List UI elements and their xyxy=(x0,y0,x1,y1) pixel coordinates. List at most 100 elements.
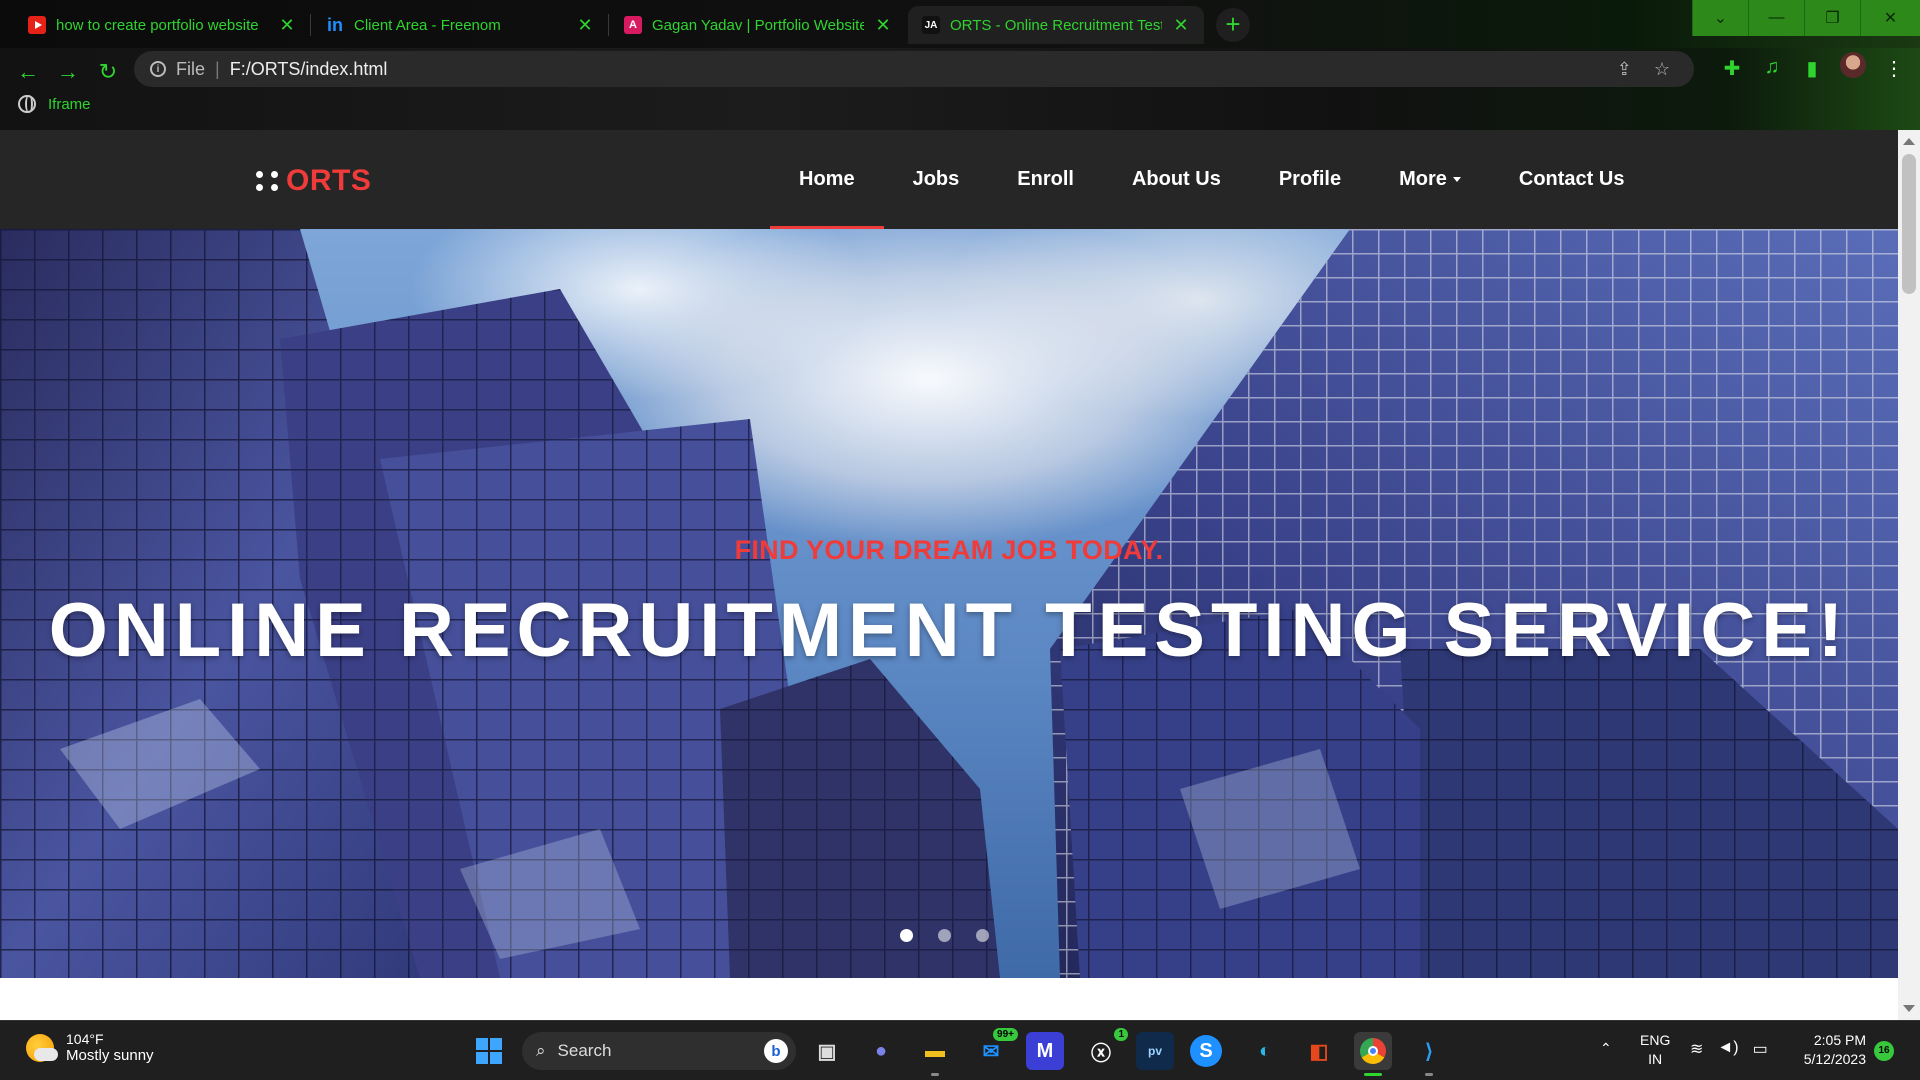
chrome-icon[interactable] xyxy=(1354,1032,1392,1076)
side-panel-icon[interactable]: ▮ xyxy=(1798,56,1826,81)
show-hidden-icons[interactable]: ⌃ xyxy=(1600,1039,1612,1058)
site-navbar: ORTS Home Jobs Enroll About Us Profile M… xyxy=(0,130,1898,229)
media-icon[interactable]: ♫ xyxy=(1758,56,1786,79)
profile-avatar[interactable] xyxy=(1840,52,1866,78)
browser-toolbar: ← → ↻ i File | F:/ORTS/index.html ⇪ ☆ ✚ … xyxy=(0,48,1920,130)
new-tab-button[interactable]: + xyxy=(1216,8,1250,42)
tab-strip: how to create portfolio website ✕ in Cli… xyxy=(0,0,1920,48)
arrow-right-icon: → xyxy=(57,59,79,84)
page-scrollbar[interactable] xyxy=(1898,130,1920,1020)
prime-video-icon[interactable]: pv xyxy=(1136,1032,1174,1070)
globe-icon xyxy=(18,95,36,113)
language-indicator[interactable]: ENG IN xyxy=(1640,1031,1670,1069)
extensions-icon[interactable]: ✚ xyxy=(1718,56,1746,81)
share-icon[interactable]: ⇪ xyxy=(1617,59,1632,80)
kebab-menu-icon[interactable]: ⋮ xyxy=(1880,56,1908,81)
nav-jobs[interactable]: Jobs xyxy=(884,130,989,229)
volume-icon[interactable]: ◄) xyxy=(1717,1039,1738,1059)
nav-enroll[interactable]: Enroll xyxy=(988,130,1103,229)
start-button[interactable] xyxy=(470,1032,508,1070)
chevron-up-icon: ⌃ xyxy=(1600,1040,1612,1056)
carousel-dot[interactable] xyxy=(938,929,951,942)
close-icon: ✕ xyxy=(1883,10,1898,27)
weather-temp: 104°F xyxy=(66,1031,104,1047)
scroll-up-icon[interactable] xyxy=(1903,138,1915,145)
carousel-dot[interactable] xyxy=(900,929,913,942)
divider: | xyxy=(215,58,220,79)
vscode-icon[interactable]: ⟩ xyxy=(1410,1032,1448,1076)
system-tray: ≋ ◄) ▭ xyxy=(1690,1039,1768,1059)
back-button[interactable]: ← xyxy=(12,56,44,88)
nav-about-us[interactable]: About Us xyxy=(1103,130,1250,229)
freenom-icon: in xyxy=(327,14,343,35)
tab-separator xyxy=(608,14,609,36)
skype-icon[interactable]: S xyxy=(1190,1035,1222,1067)
windows-icon xyxy=(476,1038,502,1064)
tab-search-button[interactable]: ⌄ xyxy=(1692,0,1748,36)
weather-widget[interactable]: 104°F Mostly sunny xyxy=(26,1031,154,1064)
bookmark-item[interactable]: Iframe xyxy=(18,95,91,113)
search-icon: ⌕ xyxy=(536,1041,546,1060)
tab-separator xyxy=(310,14,311,36)
close-icon[interactable]: ✕ xyxy=(278,15,296,36)
time: 2:05 PM xyxy=(1813,1032,1866,1048)
page-viewport: ORTS Home Jobs Enroll About Us Profile M… xyxy=(0,130,1920,1020)
url-text: F:/ORTS/index.html xyxy=(229,58,388,79)
arrow-left-icon: ← xyxy=(17,59,39,84)
taskbar-search[interactable]: ⌕ Search b xyxy=(522,1032,796,1070)
star-icon[interactable]: ☆ xyxy=(1654,59,1670,80)
forward-button[interactable]: → xyxy=(52,56,84,88)
xbox-icon[interactable]: ⓧ 1 xyxy=(1082,1028,1128,1070)
nav-contact-us[interactable]: Contact Us xyxy=(1490,130,1654,229)
nav-profile[interactable]: Profile xyxy=(1250,130,1370,229)
address-bar[interactable]: i File | F:/ORTS/index.html ⇪ ☆ xyxy=(134,51,1694,87)
hero-carousel: FIND YOUR DREAM JOB TODAY. ONLINE RECRUI… xyxy=(0,229,1898,978)
scroll-thumb[interactable] xyxy=(1902,154,1916,294)
task-view-icon[interactable]: ▣ xyxy=(808,1032,846,1070)
battery-icon[interactable]: ▭ xyxy=(1753,1039,1768,1059)
carousel-dot[interactable] xyxy=(976,929,989,942)
search-label: Search xyxy=(557,1041,612,1060)
app-icon[interactable]: M xyxy=(1026,1032,1064,1070)
omnibox-actions: ⇪ ☆ xyxy=(1617,59,1670,80)
url-scheme: File xyxy=(176,58,206,79)
teams-chat-icon[interactable]: ● xyxy=(862,1032,900,1070)
scroll-down-icon[interactable] xyxy=(1903,1005,1915,1012)
nav-home[interactable]: Home xyxy=(770,130,884,229)
minimize-button[interactable]: — xyxy=(1748,0,1804,36)
portfolio-a-icon: A xyxy=(624,16,642,34)
minimize-icon: — xyxy=(1768,9,1785,26)
nav-more-label: More xyxy=(1399,168,1447,190)
office-icon[interactable]: ◧ xyxy=(1300,1032,1338,1070)
close-window-button[interactable]: ✕ xyxy=(1860,0,1920,36)
browser-tab-active[interactable]: JA ORTS - Online Recruitment Testin ✕ xyxy=(908,6,1204,44)
browser-tab[interactable]: A Gagan Yadav | Portfolio Website | ✕ xyxy=(610,6,906,44)
date: 5/12/2023 xyxy=(1803,1051,1866,1067)
close-icon[interactable]: ✕ xyxy=(874,15,892,36)
brand-logo[interactable]: ORTS xyxy=(256,164,371,198)
wifi-icon[interactable]: ≋ xyxy=(1690,1039,1703,1059)
tab-title: Client Area - Freenom xyxy=(354,16,501,34)
bookmark-label: Iframe xyxy=(48,95,91,113)
tab-title: Gagan Yadav | Portfolio Website | xyxy=(652,16,864,34)
browser-tab[interactable]: how to create portfolio website ✕ xyxy=(14,6,310,44)
edge-icon[interactable]: ◐ xyxy=(1246,1032,1284,1070)
tab-title: ORTS - Online Recruitment Testin xyxy=(950,16,1162,34)
close-icon[interactable]: ✕ xyxy=(576,15,594,36)
notification-badge[interactable]: 16 xyxy=(1874,1041,1894,1061)
browser-tab[interactable]: in Client Area - Freenom ✕ xyxy=(312,6,608,44)
xbox-badge: 1 xyxy=(1114,1028,1128,1041)
region: IN xyxy=(1648,1051,1663,1067)
nav-more-dropdown[interactable]: More xyxy=(1370,130,1490,229)
info-icon[interactable]: i xyxy=(150,61,166,77)
language: ENG xyxy=(1640,1032,1671,1048)
restore-icon: ❐ xyxy=(1825,10,1840,27)
mail-icon[interactable]: ✉ 99+ xyxy=(972,1028,1018,1070)
reload-icon: ↻ xyxy=(98,59,118,84)
tab-title: how to create portfolio website xyxy=(56,16,259,34)
clock[interactable]: 2:05 PM 5/12/2023 xyxy=(1794,1031,1866,1069)
close-icon[interactable]: ✕ xyxy=(1172,15,1190,36)
restore-button[interactable]: ❐ xyxy=(1804,0,1860,36)
reload-button[interactable]: ↻ xyxy=(92,56,124,88)
file-explorer-icon[interactable]: ▬ xyxy=(916,1032,954,1076)
